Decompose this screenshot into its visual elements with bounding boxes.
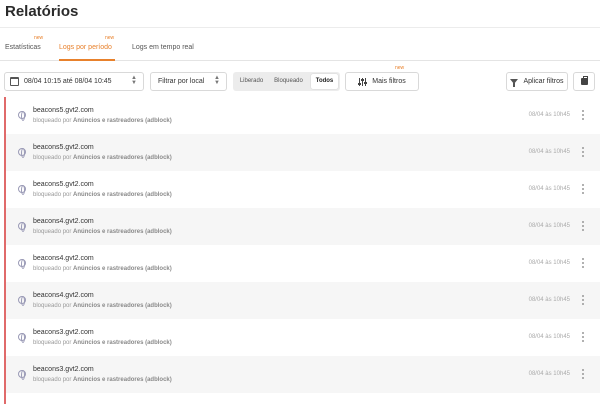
kebab-menu-icon[interactable] xyxy=(582,332,585,343)
tab-statistics-label: Estatísticas xyxy=(5,44,41,51)
log-time: 08/04 às 10h45 xyxy=(528,334,570,340)
globe-icon xyxy=(18,296,26,306)
log-status-line: bloqueado por Anúncios e rastreadores (a… xyxy=(33,192,172,198)
kebab-menu-icon[interactable] xyxy=(582,258,585,269)
globe-icon xyxy=(18,259,26,269)
kebab-menu-icon[interactable] xyxy=(582,110,585,121)
apply-filters-button[interactable]: Aplicar filtros xyxy=(506,72,568,91)
log-domain: beacons4.gvt2.com xyxy=(33,292,94,299)
log-status-line: bloqueado por Anúncios e rastreadores (a… xyxy=(33,377,172,383)
date-range-value: 08/04 10:15 até 08/04 10:45 xyxy=(24,78,112,85)
log-category: Anúncios e rastreadores (adblock) xyxy=(73,266,172,272)
log-domain: beacons3.gvt2.com xyxy=(33,366,94,373)
globe-icon xyxy=(18,370,26,380)
log-status: bloqueado por xyxy=(33,266,72,272)
status-segmented-control: Liberado Bloqueado Todos xyxy=(233,72,340,91)
log-row[interactable]: beacons4.gvt2.com bloqueado por Anúncios … xyxy=(6,208,600,245)
title-divider xyxy=(0,27,600,28)
page-title: Relatórios xyxy=(5,3,79,20)
kebab-menu-icon[interactable] xyxy=(582,184,585,195)
globe-icon xyxy=(18,148,26,158)
segment-allowed[interactable]: Liberado xyxy=(236,74,267,89)
log-row[interactable]: beacons3.gvt2.com bloqueado por Anúncios … xyxy=(6,356,600,393)
report-tabs: Estatísticas new Logs por período new Lo… xyxy=(0,35,600,61)
more-filters-button[interactable]: Mais filtros xyxy=(345,72,419,91)
log-domain: beacons5.gvt2.com xyxy=(33,181,94,188)
log-status: bloqueado por xyxy=(33,192,72,198)
log-time: 08/04 às 10h45 xyxy=(528,371,570,377)
log-status-line: bloqueado por Anúncios e rastreadores (a… xyxy=(33,340,172,346)
log-status: bloqueado por xyxy=(33,377,72,383)
tab-realtime-logs-label: Logs em tempo real xyxy=(132,44,194,51)
log-status-line: bloqueado por Anúncios e rastreadores (a… xyxy=(33,266,172,272)
log-row[interactable]: beacons4.gvt2.com bloqueado por Anúncios … xyxy=(6,282,600,319)
more-filters-label: Mais filtros xyxy=(372,78,406,85)
local-filter-value: Filtrar por local xyxy=(158,78,205,85)
segment-all[interactable]: Todos xyxy=(311,74,338,89)
log-domain: beacons5.gvt2.com xyxy=(33,107,94,114)
kebab-menu-icon[interactable] xyxy=(582,147,585,158)
tab-logs-by-period-new-badge: new xyxy=(105,35,115,41)
log-row[interactable]: beacons5.gvt2.com bloqueado por Anúncios … xyxy=(6,134,600,171)
log-time: 08/04 às 10h45 xyxy=(528,223,570,229)
log-domain: beacons4.gvt2.com xyxy=(33,218,94,225)
log-time: 08/04 às 10h45 xyxy=(528,149,570,155)
log-time: 08/04 às 10h45 xyxy=(528,297,570,303)
log-status: bloqueado por xyxy=(33,303,72,309)
log-status-line: bloqueado por Anúncios e rastreadores (a… xyxy=(33,229,172,235)
calendar-icon xyxy=(10,77,19,86)
log-time: 08/04 às 10h45 xyxy=(528,112,570,118)
globe-icon xyxy=(18,333,26,343)
log-category: Anúncios e rastreadores (adblock) xyxy=(73,155,172,161)
log-row[interactable]: beacons5.gvt2.com bloqueado por Anúncios … xyxy=(6,171,600,208)
log-status-line: bloqueado por Anúncios e rastreadores (a… xyxy=(33,155,172,161)
log-status: bloqueado por xyxy=(33,340,72,346)
tab-logs-by-period-label: Logs por período xyxy=(59,44,112,51)
log-time: 08/04 às 10h45 xyxy=(528,186,570,192)
local-filter-select[interactable]: Filtrar por local ▲ ▼ xyxy=(150,72,227,91)
log-category: Anúncios e rastreadores (adblock) xyxy=(73,340,172,346)
log-category: Anúncios e rastreadores (adblock) xyxy=(73,229,172,235)
log-list: beacons5.gvt2.com bloqueado por Anúncios … xyxy=(4,97,600,404)
kebab-menu-icon[interactable] xyxy=(582,295,585,306)
tab-realtime-logs[interactable]: Logs em tempo real xyxy=(132,36,202,61)
log-category: Anúncios e rastreadores (adblock) xyxy=(73,377,172,383)
updown-chevron-icon: ▲ ▼ xyxy=(131,75,137,86)
sliders-icon xyxy=(358,77,368,86)
date-range-picker[interactable]: 08/04 10:15 até 08/04 10:45 ▲ ▼ xyxy=(4,72,144,91)
log-domain: beacons5.gvt2.com xyxy=(33,144,94,151)
log-status: bloqueado por xyxy=(33,118,72,124)
kebab-menu-icon[interactable] xyxy=(582,369,585,380)
log-status: bloqueado por xyxy=(33,155,72,161)
segment-blocked[interactable]: Bloqueado xyxy=(269,74,308,89)
log-row[interactable]: beacons4.gvt2.com bloqueado por Anúncios … xyxy=(6,245,600,282)
tab-statistics-new-badge: new xyxy=(34,35,44,41)
log-row[interactable]: beacons5.gvt2.com bloqueado por Anúncios … xyxy=(6,97,600,134)
log-status-line: bloqueado por Anúncios e rastreadores (a… xyxy=(33,118,172,124)
globe-icon xyxy=(18,185,26,195)
updown-chevron-icon: ▲ ▼ xyxy=(214,75,220,86)
kebab-menu-icon[interactable] xyxy=(582,221,585,232)
globe-icon xyxy=(18,111,26,121)
filter-toolbar: 08/04 10:15 até 08/04 10:45 ▲ ▼ Filtrar p… xyxy=(0,70,600,94)
export-icon xyxy=(580,76,588,85)
export-button[interactable] xyxy=(573,72,595,91)
log-domain: beacons4.gvt2.com xyxy=(33,255,94,262)
log-domain: beacons3.gvt2.com xyxy=(33,329,94,336)
apply-filters-label: Aplicar filtros xyxy=(523,78,564,85)
log-category: Anúncios e rastreadores (adblock) xyxy=(73,303,172,309)
log-time: 08/04 às 10h45 xyxy=(528,260,570,266)
log-status: bloqueado por xyxy=(33,229,72,235)
tab-statistics[interactable]: Estatísticas new xyxy=(5,35,49,61)
globe-icon xyxy=(18,222,26,232)
log-category: Anúncios e rastreadores (adblock) xyxy=(73,192,172,198)
log-category: Anúncios e rastreadores (adblock) xyxy=(73,118,172,124)
filter-icon xyxy=(510,79,519,87)
log-row[interactable]: beacons3.gvt2.com bloqueado por Anúncios … xyxy=(6,319,600,356)
log-status-line: bloqueado por Anúncios e rastreadores (a… xyxy=(33,303,172,309)
tab-logs-by-period[interactable]: Logs por período new xyxy=(59,35,115,61)
